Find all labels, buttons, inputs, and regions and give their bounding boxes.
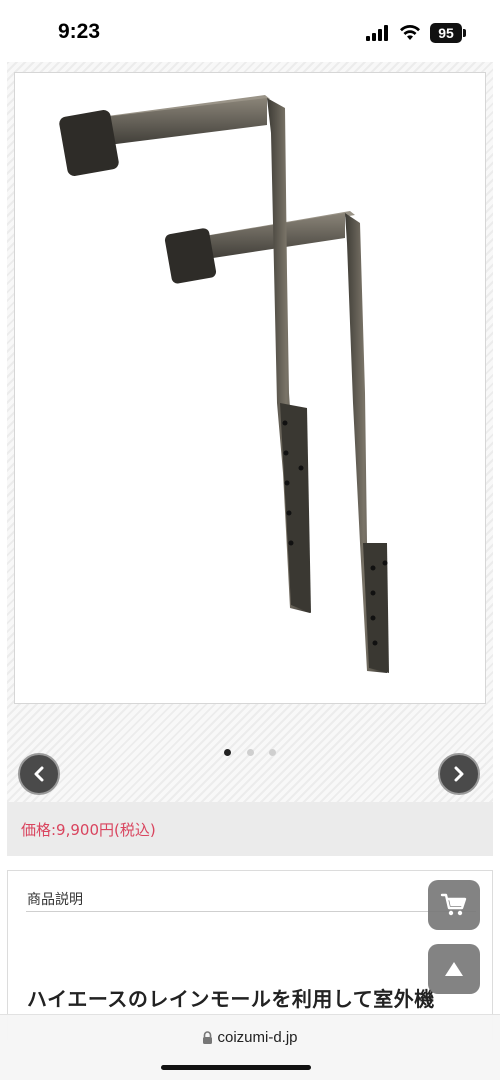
lock-icon (203, 1031, 213, 1044)
carousel-dot[interactable] (246, 749, 254, 756)
status-time: 9:23 (58, 20, 101, 43)
signal-icon (366, 25, 388, 41)
description-title: ハイエースのレインモールを利用して室外機 (27, 987, 435, 1011)
carousel-dot[interactable] (224, 749, 232, 756)
url-display[interactable]: coizumi-d.jp (0, 1029, 500, 1046)
carousel-dot[interactable] (268, 749, 276, 756)
arrow-up-icon (445, 962, 463, 976)
battery-icon: 95 (430, 23, 462, 43)
battery-nub (463, 29, 466, 37)
product-image-frame (14, 72, 486, 704)
browser-url-bar[interactable]: coizumi-d.jp (0, 1014, 500, 1080)
bracket-left (59, 95, 311, 613)
status-bar: 9:23 95 (0, 0, 500, 62)
product-carousel[interactable] (7, 62, 493, 802)
price-bar: 価格:9,900円(税込) (7, 802, 493, 856)
chevron-right-icon (454, 766, 464, 782)
wifi-icon (400, 24, 420, 40)
price-label: 価格:9,900円(税込) (21, 821, 156, 839)
carousel-prev-button[interactable] (18, 753, 60, 795)
chevron-left-icon (34, 766, 44, 782)
carousel-dots (7, 741, 493, 760)
scroll-top-button[interactable] (428, 944, 480, 994)
carousel-next-button[interactable] (438, 753, 480, 795)
url-text: coizumi-d.jp (217, 1029, 298, 1046)
cart-icon (440, 893, 467, 916)
description-heading: 商品説明 (27, 892, 83, 908)
product-image[interactable] (15, 73, 485, 703)
cart-button[interactable] (428, 880, 480, 930)
home-indicator[interactable] (161, 1065, 311, 1070)
description-divider (26, 911, 476, 912)
